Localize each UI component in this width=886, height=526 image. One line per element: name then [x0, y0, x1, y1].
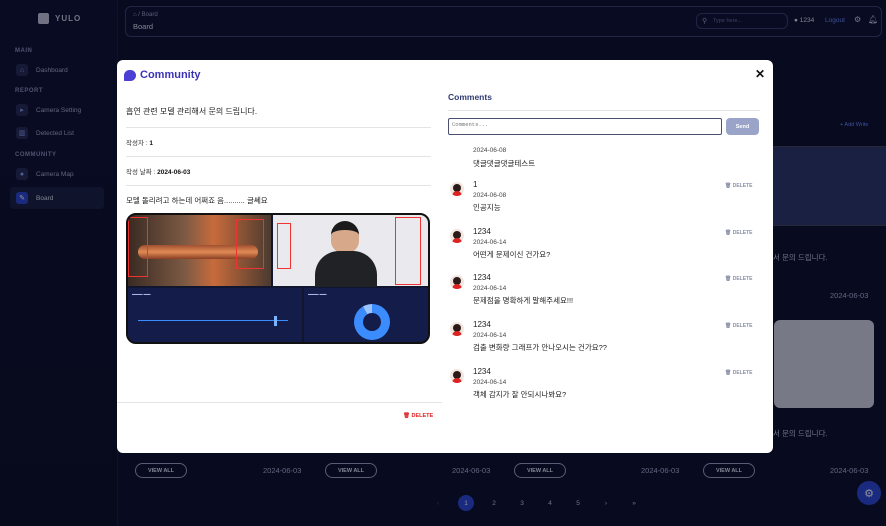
post-author-row: 작성자 : 1 [126, 128, 431, 157]
comment-text: 어떤게 문제이신 건가요? [473, 250, 551, 259]
chart-line [138, 320, 288, 321]
comment-delete-button[interactable]: 🗑︎ DELETE [725, 323, 752, 329]
comment-date: 2024-06-08 [473, 147, 507, 154]
send-button[interactable]: Send [726, 118, 759, 135]
comment-date: 2024-06-08 [473, 192, 507, 199]
comment-delete-label: DELETE [732, 323, 753, 329]
chat-bubble-icon [124, 69, 136, 81]
comment-text: 객체 감지가 잘 안되시나봐요? [473, 390, 567, 399]
comment-text: 문제점을 명확하게 말해주세요!!! [473, 296, 574, 305]
chart-label-placeholder: ▬▬▬ ▬▬ [132, 292, 151, 296]
comment-delete-label: DELETE [732, 230, 753, 236]
person-body [315, 251, 377, 287]
community-modal: Community ✕ 흡연 관련 모델 관리해서 문의 드립니다. 작성자 :… [117, 60, 773, 453]
person-camera-view [273, 215, 428, 287]
trash-icon: 🗑︎ [725, 183, 732, 189]
post-date: 2024-06-03 [157, 169, 191, 176]
comment-date: 2024-06-14 [473, 285, 507, 292]
comment-text: 인공지능 [473, 203, 501, 212]
comment-delete-button[interactable]: 🗑︎ DELETE [725, 370, 752, 376]
comment-delete-button[interactable]: 🗑︎ DELETE [725, 183, 752, 189]
chart-marker [274, 316, 277, 326]
close-icon[interactable]: ✕ [755, 67, 765, 81]
comments-title: Comments [448, 90, 760, 111]
post-date-row: 작성 날짜 : 2024-06-03 [126, 157, 431, 186]
comment-user: 1234 [473, 273, 491, 282]
comments-panel: Comments Comments... Send 2024-06-08 댓글댓… [448, 90, 760, 399]
post-image: ▬▬▬ ▬▬ ▬▬▬ ▬▬ [126, 213, 430, 344]
comment-text: 댓글댓글댓글테스트 [473, 159, 536, 168]
avatar [450, 229, 464, 243]
post-author-label: 작성자 : [126, 140, 150, 147]
trash-icon: 🗑︎ [403, 413, 410, 419]
comment-list: 2024-06-08 댓글댓글댓글테스트 1 🗑︎ DELETE 2024-06… [448, 147, 760, 447]
detection-box [277, 223, 291, 269]
detection-box [128, 217, 148, 277]
comment-delete-label: DELETE [732, 276, 753, 282]
person-figure [315, 221, 377, 287]
comment-delete-label: DELETE [732, 183, 753, 189]
dashboard-line-chart: ▬▬▬ ▬▬ [128, 288, 302, 342]
comment-date: 2024-06-14 [473, 332, 507, 339]
comment-delete-button[interactable]: 🗑︎ DELETE [725, 276, 752, 282]
person-head [331, 221, 359, 253]
chart-label-placeholder: ▬▬▬ ▬▬ [308, 292, 327, 296]
comment-item: 1234 🗑︎ DELETE 2024-06-14 검출 변화량 그래프가 안나… [448, 320, 760, 366]
comment-user: 1 [473, 180, 478, 189]
donut-shape [354, 304, 390, 340]
trash-icon: 🗑︎ [725, 276, 732, 282]
post-delete-button[interactable]: 🗑︎ DELETE [403, 413, 433, 419]
avatar [450, 275, 464, 289]
post-footer-divider [117, 402, 442, 403]
trash-icon: 🗑︎ [725, 370, 732, 376]
comment-delete-label: DELETE [732, 370, 753, 376]
comment-item: 1234 🗑︎ DELETE 2024-06-14 어떤게 문제이신 건가요? [448, 227, 760, 273]
comment-item: 1234 🗑︎ DELETE 2024-06-14 문제점을 명확하게 말해주세… [448, 273, 760, 319]
post-author: 1 [149, 140, 153, 147]
comment-delete-button[interactable]: 🗑︎ DELETE [725, 230, 752, 236]
trash-icon: 🗑︎ [725, 230, 732, 236]
detection-box [236, 219, 264, 269]
pipeline-camera-view [128, 215, 271, 286]
detection-box [395, 217, 421, 285]
comment-user: 1234 [473, 227, 491, 236]
comment-item: 1234 🗑︎ DELETE 2024-06-14 객체 감지가 잘 안되시나봐… [448, 367, 760, 413]
comment-item: 1 🗑︎ DELETE 2024-06-08 인공지능 [448, 180, 760, 226]
comment-text: 검출 변화량 그래프가 안나오시는 건가요?? [473, 343, 607, 352]
comment-user: 1234 [473, 367, 491, 376]
comment-input[interactable]: Comments... [448, 118, 722, 135]
dashboard-donut-chart: ▬▬▬ ▬▬ [304, 288, 428, 342]
comment-user: 1234 [473, 320, 491, 329]
avatar [450, 322, 464, 336]
post-delete-label: DELETE [411, 413, 434, 419]
avatar [450, 182, 464, 196]
modal-title: Community [140, 69, 201, 81]
comment-date: 2024-06-14 [473, 379, 507, 386]
comment-date: 2024-06-14 [473, 239, 507, 246]
post-detail: 흡연 관련 모델 관리해서 문의 드립니다. 작성자 : 1 작성 날짜 : 2… [126, 102, 431, 344]
post-date-label: 작성 날짜 : [126, 169, 158, 176]
post-body: 모델 돌리려고 하는데 어쩌죠 음.......... 글쎄요 [126, 196, 268, 205]
trash-icon: 🗑︎ [725, 323, 732, 329]
avatar [450, 369, 464, 383]
comment-form: Comments... Send [448, 118, 760, 140]
post-title: 흡연 관련 모델 관리해서 문의 드립니다. [126, 102, 431, 128]
modal-header: Community [124, 69, 201, 81]
